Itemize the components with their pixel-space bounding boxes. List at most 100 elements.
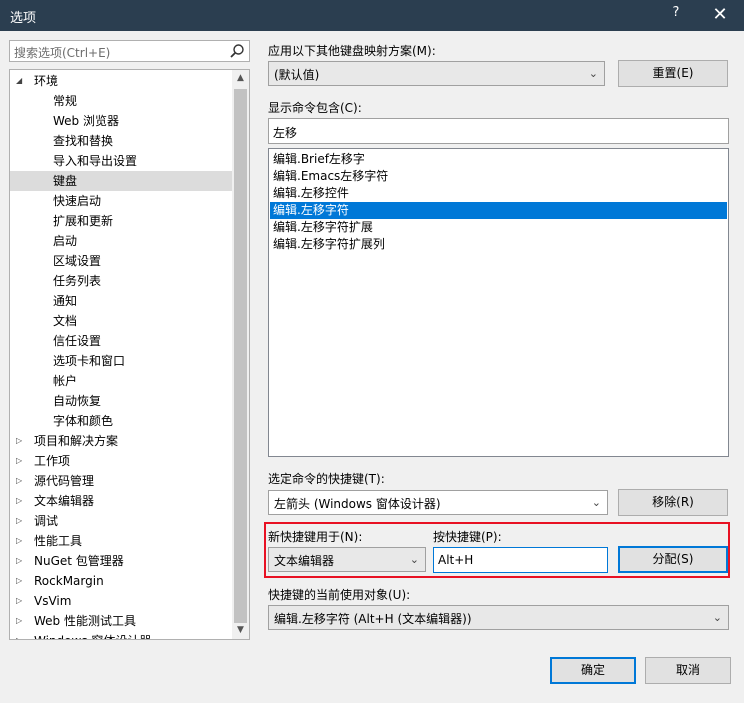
collapsed-arrow-icon[interactable]: ▷ [16,471,26,491]
tree-item-label: 键盘 [53,174,78,188]
tree-item[interactable]: 通知 [10,291,232,311]
tree-item[interactable]: ▷ RockMargin [10,571,232,591]
tree-scrollbar[interactable]: ▲ ▼ [232,70,249,639]
command-item[interactable]: 编辑.Emacs左移字符 [270,168,727,185]
tree-item[interactable]: ▷ 调试 [10,511,232,531]
tree-item-label: 源代码管理 [34,474,95,488]
used-by-combo[interactable]: 编辑.左移字符 (Alt+H (文本编辑器)) ⌄ [268,605,729,630]
tree-item[interactable]: 帐户 [10,371,232,391]
collapsed-arrow-icon[interactable]: ▷ [16,531,26,551]
collapsed-arrow-icon[interactable]: ▷ [16,511,26,531]
tree-item[interactable]: 扩展和更新 [10,211,232,231]
tree-item[interactable]: ▷ 文本编辑器 [10,491,232,511]
tree-item[interactable]: 任务列表 [10,271,232,291]
chevron-down-icon: ⌄ [588,67,598,80]
expanded-arrow-icon[interactable]: ◢ [16,71,26,91]
command-item[interactable]: 编辑.左移控件 [270,185,727,202]
press-label: 按快捷键(P): [433,530,502,544]
shortcut-value: Alt+H [438,553,474,567]
mapping-combo[interactable]: (默认值) ⌄ [268,61,605,86]
collapsed-arrow-icon[interactable]: ▷ [16,571,26,591]
tree-item[interactable]: ▷ 源代码管理 [10,471,232,491]
command-item[interactable]: 编辑.Brief左移字 [270,151,727,168]
options-tree[interactable]: ◢ 环境常规 Web 浏览器 查找和替换导入和导出设置键盘快速启动扩展和更新启动区域设… [9,69,250,640]
tree-item[interactable]: 常规 [10,91,232,111]
tree-item[interactable]: 字体和颜色 [10,411,232,431]
tree-item-label: 查找和替换 [53,134,114,148]
tree-item[interactable]: 选项卡和窗口 [10,351,232,371]
tree-item[interactable]: ▷ Web 性能测试工具 [10,611,232,631]
assign-button[interactable]: 分配(S) [618,546,728,573]
tree-item-label: 工作项 [34,454,71,468]
collapsed-arrow-icon[interactable]: ▷ [16,491,26,511]
tree-item-label: 快速启动 [53,194,102,208]
tree-item-label: 帐户 [53,374,78,388]
command-filter-input[interactable]: 左移 [268,118,729,144]
search-icon[interactable] [229,43,245,59]
mapping-label: 应用以下其他键盘映射方案(M): [268,44,436,58]
shortcut-input[interactable]: Alt+H [433,547,608,573]
tree-item[interactable]: ▷ NuGet 包管理器 [10,551,232,571]
tree-item-label: NuGet 包管理器 [34,554,124,568]
search-placeholder: 搜索选项(Ctrl+E) [14,46,111,60]
tree-item[interactable]: ◢ 环境 [10,71,232,91]
tree-item[interactable]: 导入和导出设置 [10,151,232,171]
scope-combo[interactable]: 文本编辑器 ⌄ [268,547,426,572]
collapsed-arrow-icon[interactable]: ▷ [16,611,26,631]
tree-item-label: Web 浏览器 [53,114,119,128]
commands-label: 显示命令包含(C): [268,101,362,115]
collapsed-arrow-icon[interactable]: ▷ [16,631,26,639]
tree-item-label: 通知 [53,294,78,308]
tree-item-label: 信任设置 [53,334,102,348]
scroll-up-icon[interactable]: ▲ [232,70,249,87]
tree-item[interactable]: 信任设置 [10,331,232,351]
used-by-label: 快捷键的当前使用对象(U): [268,588,411,602]
scroll-thumb[interactable] [234,89,247,623]
tree-item-label: 环境 [34,74,59,88]
tree-item-label: 自动恢复 [53,394,102,408]
tree-item[interactable]: 文档 [10,311,232,331]
mapping-value: (默认值) [274,68,320,82]
tree-item[interactable]: ▷ 工作项 [10,451,232,471]
command-item[interactable]: 编辑.左移字符 [270,202,727,219]
tree-item[interactable]: ▷ Windows 窗体设计器 [10,631,232,639]
scroll-down-icon[interactable]: ▼ [232,622,249,639]
remove-button[interactable]: 移除(R) [618,489,728,516]
shortcuts-label: 选定命令的快捷键(T): [268,472,385,486]
tree-item[interactable]: ▷ VsVim [10,591,232,611]
commands-list[interactable]: 编辑.Brief左移字 编辑.Emacs左移字符 编辑.左移控件 编辑.左移字符 编辑.… [268,148,729,457]
tree-item-label: 启动 [53,234,78,248]
tree-item[interactable]: 启动 [10,231,232,251]
tree-item-label: 区域设置 [53,254,102,268]
collapsed-arrow-icon[interactable]: ▷ [16,431,26,451]
command-item[interactable]: 编辑.左移字符扩展 [270,219,727,236]
used-by-value: 编辑.左移字符 (Alt+H (文本编辑器)) [274,612,472,626]
tree-item[interactable]: ▷ 项目和解决方案 [10,431,232,451]
tree-item[interactable]: 查找和替换 [10,131,232,151]
chevron-down-icon: ⌄ [712,611,722,624]
tree-item-label: 文档 [53,314,78,328]
search-input[interactable]: 搜索选项(Ctrl+E) [9,40,250,62]
tree-item[interactable]: 快速启动 [10,191,232,211]
tree-item[interactable]: Web 浏览器 [10,111,232,131]
collapsed-arrow-icon[interactable]: ▷ [16,451,26,471]
title-bar: 选项 ? ✕ [0,0,744,31]
close-button[interactable]: ✕ [706,3,734,27]
cancel-button[interactable]: 取消 [645,657,731,684]
reset-button[interactable]: 重置(E) [618,60,728,87]
window-title: 选项 [10,11,37,26]
shortcuts-combo[interactable]: 左箭头 (Windows 窗体设计器) ⌄ [268,490,608,515]
command-item[interactable]: 编辑.左移字符扩展列 [270,236,727,253]
tree-item[interactable]: 区域设置 [10,251,232,271]
help-button[interactable]: ? [663,5,689,25]
tree-item[interactable]: 自动恢复 [10,391,232,411]
tree-item[interactable]: ▷ 性能工具 [10,531,232,551]
tree-item-label: 常规 [53,94,78,108]
tree-item[interactable]: 键盘 [10,171,232,191]
collapsed-arrow-icon[interactable]: ▷ [16,551,26,571]
collapsed-arrow-icon[interactable]: ▷ [16,591,26,611]
ok-button[interactable]: 确定 [550,657,636,684]
tree-item-label: 字体和颜色 [53,414,114,428]
tree-item-label: 项目和解决方案 [34,434,119,448]
tree-item-label: Windows 窗体设计器 [34,631,151,639]
